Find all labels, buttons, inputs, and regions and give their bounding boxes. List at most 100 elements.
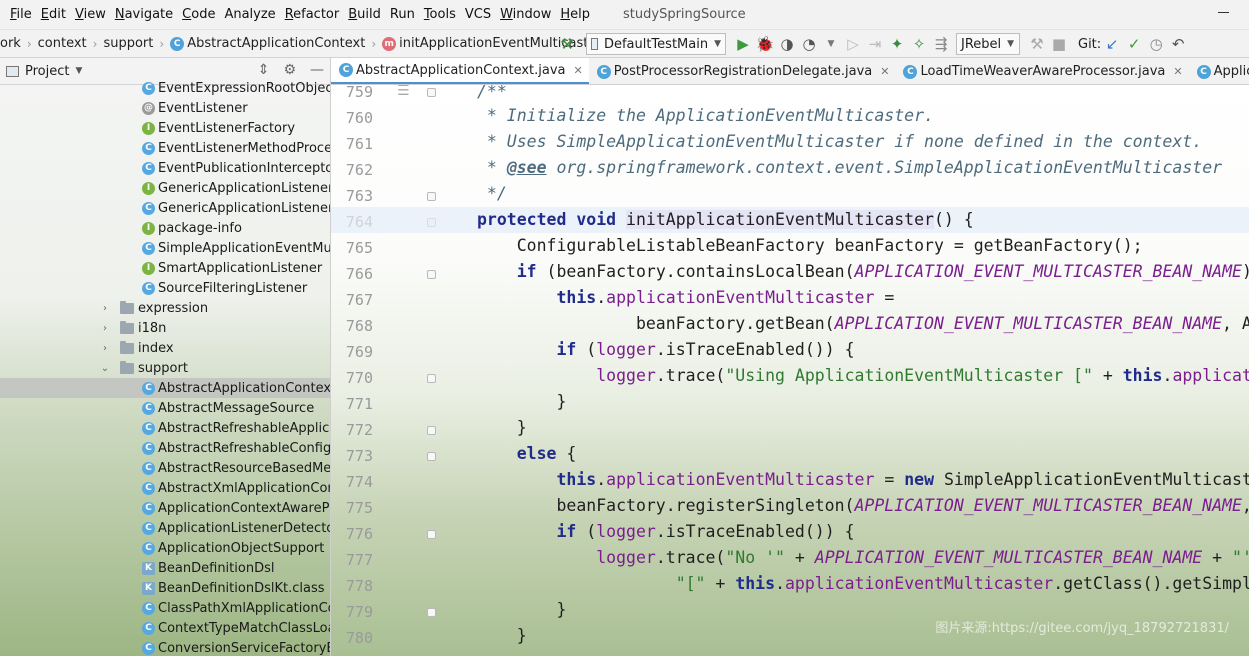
coverage-icon[interactable]: ◑ [776, 33, 798, 55]
attach-icon[interactable]: ⇶ [930, 33, 952, 55]
project-title[interactable]: Project [25, 64, 69, 79]
menu-item[interactable]: Build [348, 7, 381, 22]
menu-item[interactable]: File [10, 7, 32, 22]
tree-folder[interactable]: › i18n [0, 318, 330, 338]
tree-item[interactable]: CConversionServiceFactoryBear [0, 638, 330, 656]
minimize-icon[interactable] [1218, 12, 1229, 13]
run-config-select[interactable]: DefaultTestMain ▼ [586, 33, 726, 55]
editor-tab[interactable]: CApplicationListenerI [1189, 58, 1249, 84]
jrebel-run-icon[interactable]: ✦ [886, 33, 908, 55]
chevron-down-icon[interactable]: ▼ [820, 33, 842, 55]
tree-item[interactable]: C AbstractApplicationContext [0, 378, 330, 398]
collapse-all-icon[interactable]: ⇕ [258, 62, 270, 78]
menu-item[interactable]: Run [390, 7, 415, 22]
code-line: } [477, 626, 527, 645]
breadcrumb-item[interactable]: ork [0, 36, 21, 51]
tree-item[interactable]: Ipackage-info [0, 218, 330, 238]
close-icon[interactable]: ✕ [880, 65, 889, 78]
gear-icon[interactable]: ⚙ [283, 62, 296, 78]
tree-item-label: support [138, 360, 188, 376]
menu-item[interactable]: Refactor [285, 7, 340, 22]
chevron-right-icon[interactable]: › [98, 303, 112, 314]
breadcrumb-item[interactable]: context [38, 36, 87, 51]
git-rollback-icon[interactable]: ↶ [1167, 33, 1189, 55]
menu-item[interactable]: Tools [424, 7, 456, 22]
editor-tab[interactable]: C AbstractApplicationContext.java ✕ [331, 58, 589, 84]
line-number: 765 [345, 239, 373, 257]
tree-item[interactable]: I SmartApplicationListener [0, 258, 330, 278]
tree-item[interactable]: CGenericApplicationListenerAda [0, 198, 330, 218]
tree-item[interactable]: C ApplicationObjectSupport [0, 538, 330, 558]
tree-item[interactable]: CAbstractRefreshableConfigApp [0, 438, 330, 458]
git-update-icon[interactable]: ↙ [1101, 33, 1123, 55]
tree-folder[interactable]: ⌄ support [0, 358, 330, 378]
tree-item[interactable]: K BeanDefinitionDslKt.class [0, 578, 330, 598]
line-number: 767 [345, 291, 373, 309]
tree-item[interactable]: I EventListenerFactory [0, 118, 330, 138]
tree-item[interactable]: C EventPublicationInterceptor [0, 158, 330, 178]
git-label: Git: [1078, 36, 1102, 52]
tree-item[interactable]: C EventExpressionRootObject [0, 78, 330, 98]
fold-marker-icon[interactable] [427, 426, 436, 435]
menu-item[interactable]: Help [560, 7, 590, 22]
hide-icon[interactable]: — [310, 62, 324, 78]
chevron-right-icon[interactable]: › [98, 323, 112, 334]
git-history-icon[interactable]: ◷ [1145, 33, 1167, 55]
tree-item[interactable]: CAbstractXmlApplicationContex [0, 478, 330, 498]
run-icon[interactable]: ▶ [732, 33, 754, 55]
tree-item[interactable]: @ EventListener [0, 98, 330, 118]
tree-item[interactable]: C SourceFilteringListener [0, 278, 330, 298]
debug-icon[interactable]: 🐞 [754, 33, 776, 55]
menu-item[interactable]: Analyze [224, 7, 275, 22]
fold-marker-icon[interactable] [427, 192, 436, 201]
fold-marker-icon[interactable] [427, 530, 436, 539]
menu-item[interactable]: VCS [465, 7, 491, 22]
tree-item[interactable]: CEventListenerMethodProcesso [0, 138, 330, 158]
code-line: this.applicationEventMulticaster = [556, 288, 895, 307]
editor-tab[interactable]: C LoadTimeWeaverAwareProcessor.java ✕ [895, 58, 1188, 84]
code-line: } [477, 418, 527, 437]
build-hammer-icon[interactable]: ⚒ [556, 33, 578, 55]
menu-item[interactable]: Edit [41, 7, 66, 22]
tree-item[interactable]: I GenericApplicationListener [0, 178, 330, 198]
tree-item[interactable]: CAbstractResourceBasedMessa [0, 458, 330, 478]
code-area[interactable]: /** * Initialize the ApplicationEventMul… [331, 85, 1249, 656]
close-icon[interactable]: ✕ [1173, 65, 1182, 78]
fold-marker-icon[interactable] [427, 270, 436, 279]
profile-icon[interactable]: ◔ [798, 33, 820, 55]
chevron-down-icon[interactable]: ⌄ [98, 363, 112, 374]
menu-item[interactable]: Code [182, 7, 215, 22]
menu-items: File Edit View Navigate Code Analyze Refactor B… [10, 7, 599, 22]
tree-item[interactable]: C AbstractMessageSource [0, 398, 330, 418]
fold-marker-icon[interactable] [427, 88, 436, 97]
docs-icon[interactable]: ☰ [397, 85, 410, 99]
menu-item[interactable]: Navigate [115, 7, 173, 22]
tree-item-label: ConversionServiceFactoryBear [158, 640, 330, 656]
menu-item[interactable]: View [75, 7, 106, 22]
tree-item[interactable]: C ApplicationListenerDetector [0, 518, 330, 538]
menu-item[interactable]: Window [500, 7, 551, 22]
tree-item[interactable]: CClassPathXmlApplicationConte [0, 598, 330, 618]
tree-folder[interactable]: › expression [0, 298, 330, 318]
breadcrumb-item[interactable]: AbstractApplicationContext [187, 36, 365, 51]
fold-marker-icon[interactable] [427, 608, 436, 617]
line-number: 776 [345, 525, 373, 543]
tree-folder[interactable]: › index [0, 338, 330, 358]
chevron-down-icon[interactable]: ▼ [75, 66, 82, 76]
tree-item[interactable]: CContextTypeMatchClassLoade [0, 618, 330, 638]
close-icon[interactable]: ✕ [574, 64, 583, 77]
class-icon: C [142, 141, 155, 155]
fold-marker-icon[interactable] [427, 452, 436, 461]
editor-tab[interactable]: C PostProcessorRegistrationDelegate.java ✕ [589, 58, 896, 84]
jrebel-select[interactable]: JRebel ▼ [956, 33, 1020, 55]
code-editor[interactable]: 7597607617627637647657667677687697707717… [331, 85, 1249, 656]
chevron-right-icon[interactable]: › [98, 343, 112, 354]
breadcrumb-item[interactable]: support [103, 36, 153, 51]
tree-item[interactable]: C ApplicationContextAwareProc [0, 498, 330, 518]
tree-item[interactable]: K BeanDefinitionDsl [0, 558, 330, 578]
tree-item[interactable]: CAbstractRefreshableApplicatio [0, 418, 330, 438]
tree-item[interactable]: CSimpleApplicationEventMultica [0, 238, 330, 258]
fold-marker-icon[interactable] [427, 374, 436, 383]
git-commit-icon[interactable]: ✓ [1123, 33, 1145, 55]
jrebel-debug-icon[interactable]: ✧ [908, 33, 930, 55]
